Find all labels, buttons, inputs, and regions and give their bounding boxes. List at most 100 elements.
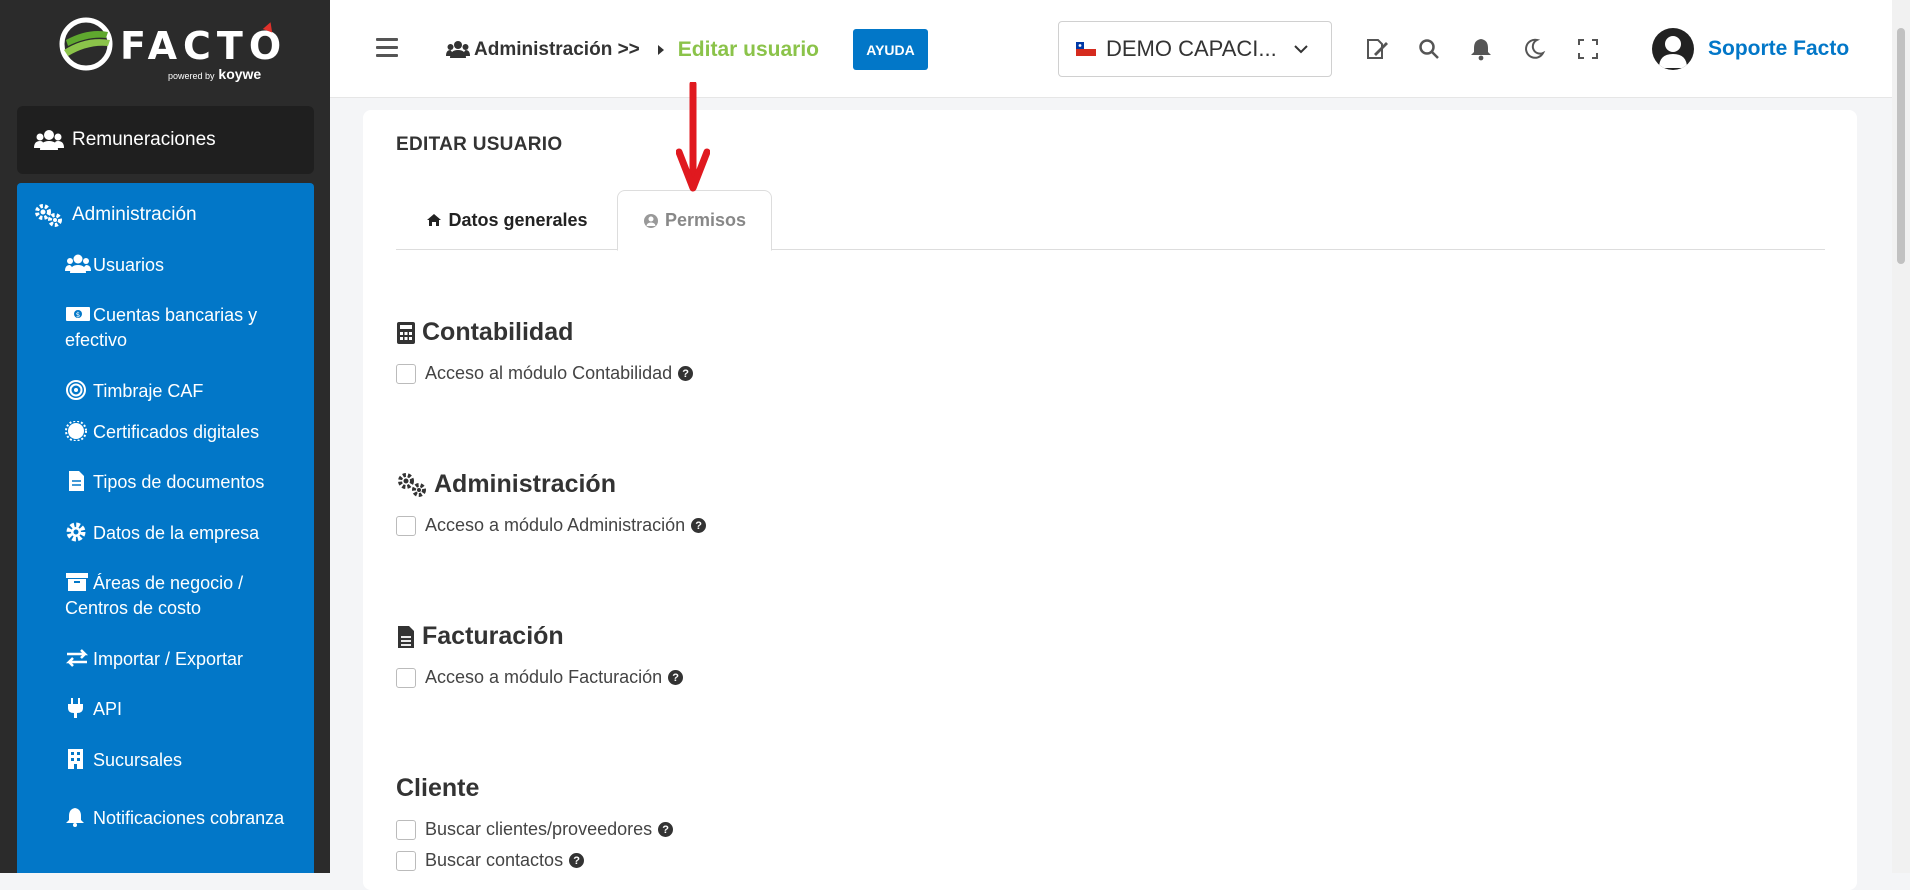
permission-row: Buscar clientes/proveedores ?: [396, 819, 674, 840]
sidebar-item-label: Cuentas bancarias y efectivo: [65, 305, 258, 350]
sidebar-item-areas-negocio[interactable]: Áreas de negocio / Centros de costo: [65, 571, 305, 621]
permission-label: Buscar clientes/proveedores: [425, 819, 653, 839]
sidebar-item-cuentas-bancarias[interactable]: $ Cuentas bancarias y efectivo: [65, 303, 305, 353]
permission-checkbox[interactable]: [396, 667, 416, 688]
sidebar-item-api[interactable]: API: [65, 697, 305, 722]
building-icon: [68, 749, 83, 769]
help-button[interactable]: AYUDA: [853, 29, 928, 70]
plug-icon: [68, 698, 83, 718]
sidebar-admin-panel: Administración Usuarios $ Cuentas bancar…: [17, 183, 314, 873]
cogs-icon: [398, 472, 426, 497]
facto-logo-mark-icon: [59, 17, 113, 71]
brand-name: FACTO: [120, 24, 288, 68]
sidebar-item-remuneraciones[interactable]: Remuneraciones: [17, 106, 314, 174]
calculator-icon: [397, 321, 415, 344]
gear-icon: [66, 522, 86, 542]
section-facturacion: Facturación: [396, 622, 564, 651]
breadcrumb-parent[interactable]: Administración >>: [446, 39, 640, 61]
signature-icon[interactable]: [1364, 36, 1390, 62]
chile-flag-icon: [1076, 42, 1096, 56]
sidebar-item-usuarios[interactable]: Usuarios: [65, 253, 305, 278]
sidebar-item-label: Importar / Exportar: [93, 649, 244, 669]
section-contabilidad: Contabilidad: [396, 318, 573, 347]
permission-label: Buscar contactos: [425, 850, 564, 870]
permission-row: Acceso a módulo Facturación ?: [396, 667, 684, 688]
sidebar-item-sucursales[interactable]: Sucursales: [65, 748, 305, 773]
svg-text:$: $: [76, 311, 80, 319]
sidebar-item-timbraje-caf[interactable]: Timbraje CAF: [65, 379, 305, 404]
menu-toggle-icon[interactable]: [376, 38, 398, 58]
section-administracion: Administración: [396, 470, 616, 499]
user-circle-icon: [643, 213, 658, 228]
scrollbar[interactable]: [1892, 0, 1910, 873]
sidebar-item-label: Usuarios: [93, 255, 165, 275]
permission-checkbox[interactable]: [396, 515, 416, 536]
user-icon: [1659, 36, 1687, 68]
help-icon[interactable]: ?: [668, 670, 684, 685]
facto-logo[interactable]: FACTO powered by koywe: [58, 16, 281, 84]
help-icon[interactable]: ?: [569, 853, 585, 868]
scrollbar-thumb[interactable]: [1897, 28, 1905, 264]
help-icon[interactable]: ?: [658, 822, 674, 837]
tab-label: Permisos: [664, 210, 747, 230]
main-card: EDITAR USUARIO Datos generales Permisos …: [363, 110, 1857, 890]
sidebar-item-datos-empresa[interactable]: Datos de la empresa: [65, 521, 305, 546]
caret-right-icon: [657, 45, 664, 55]
sidebar-item-label: Remuneraciones: [72, 129, 216, 150]
users-icon: [65, 254, 91, 273]
users-icon: [446, 41, 470, 58]
company-selector[interactable]: DEMO CAPACI...: [1058, 21, 1332, 77]
tab-permisos[interactable]: Permisos: [617, 190, 772, 251]
permission-label: Acceso a módulo Facturación: [425, 667, 663, 687]
breadcrumb-current: Editar usuario: [677, 38, 819, 61]
sidebar-item-label: Áreas de negocio / Centros de costo: [65, 573, 244, 618]
help-icon[interactable]: ?: [691, 518, 707, 533]
section-title: Facturación: [422, 622, 564, 650]
search-icon[interactable]: [1416, 36, 1442, 62]
permission-row: Acceso al módulo Contabilidad ?: [396, 363, 694, 384]
sidebar-item-label: Sucursales: [93, 750, 183, 770]
users-icon: [34, 130, 64, 150]
tab-bar: Datos generales Permisos: [396, 190, 1825, 251]
sidebar-item-administracion[interactable]: Administración: [34, 203, 197, 227]
exchange-icon: [65, 649, 89, 667]
sidebar-item-label: Notificaciones cobranza: [93, 808, 285, 828]
sidebar: FACTO powered by koywe Remuneraciones Ad…: [0, 0, 330, 873]
bell-icon: [66, 808, 84, 827]
money-bill-icon: $: [66, 307, 90, 321]
sidebar-item-label: Administración: [72, 204, 197, 225]
archive-icon: [66, 573, 88, 591]
sidebar-item-label: Datos de la empresa: [93, 523, 260, 543]
avatar[interactable]: [1652, 28, 1694, 70]
file-icon: [398, 625, 414, 648]
sidebar-item-label: Tipos de documentos: [93, 472, 265, 492]
target-icon: [66, 380, 86, 400]
permission-checkbox[interactable]: [396, 850, 416, 871]
annotation-arrow-icon: [676, 82, 710, 192]
sidebar-item-importar-exportar[interactable]: Importar / Exportar: [65, 647, 305, 672]
moon-icon[interactable]: [1521, 36, 1547, 62]
bell-icon[interactable]: [1468, 36, 1494, 62]
help-icon[interactable]: ?: [678, 366, 694, 381]
permission-checkbox[interactable]: [396, 819, 416, 840]
sidebar-item-notificaciones-cobranza[interactable]: Notificaciones cobranza: [65, 806, 305, 831]
tab-label: Datos generales: [448, 209, 588, 230]
sidebar-item-label: Certificados digitales: [93, 422, 260, 442]
home-icon: [427, 214, 442, 226]
sidebar-item-certificados[interactable]: Certificados digitales: [65, 420, 305, 445]
user-name[interactable]: Soporte Facto: [1708, 37, 1849, 61]
section-title: Administración: [434, 470, 616, 498]
section-cliente: Cliente: [396, 774, 479, 803]
file-icon: [69, 471, 84, 491]
sidebar-item-tipos-documentos[interactable]: Tipos de documentos: [65, 470, 305, 495]
permission-row: Acceso a módulo Administración ?: [396, 515, 707, 536]
chevron-down-icon: [1294, 45, 1308, 54]
sidebar-item-label: Timbraje CAF: [93, 381, 204, 401]
page-title: EDITAR USUARIO: [396, 134, 563, 155]
permission-row: Buscar contactos ?: [396, 850, 585, 871]
tab-datos-generales[interactable]: Datos generales: [396, 190, 618, 250]
permission-label: Acceso al módulo Contabilidad: [425, 363, 673, 383]
permission-checkbox[interactable]: [396, 363, 416, 384]
section-title: Cliente: [396, 774, 480, 802]
fullscreen-icon[interactable]: [1575, 36, 1601, 62]
